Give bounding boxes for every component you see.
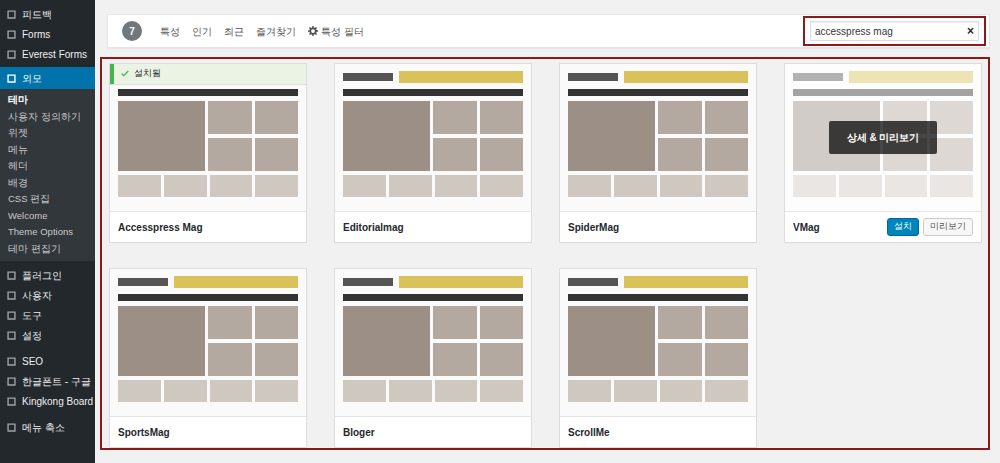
theme-name: VMag xyxy=(793,220,883,235)
sidebar-label: 사용자 xyxy=(22,288,52,303)
filter-tab[interactable]: 최근 xyxy=(224,24,244,39)
hover-overlay[interactable]: 상세 & 미리보기 xyxy=(785,64,981,211)
theme-card[interactable]: Bloger xyxy=(334,268,532,448)
theme-name-bar: Editorialmag xyxy=(335,212,531,242)
sidebar-item[interactable]: 메뉴 축소 xyxy=(0,417,95,437)
sidebar-label: SEO xyxy=(22,354,43,369)
filter-tab[interactable]: 즐겨찾기 xyxy=(256,24,296,39)
theme-name: Bloger xyxy=(343,425,523,440)
sidebar-label: 한글폰트 - 구글 xyxy=(22,374,91,389)
theme-card[interactable]: 상세 & 미리보기 VMag 설치미리보기 xyxy=(784,63,982,243)
menu-icon xyxy=(6,9,17,20)
sidebar-item[interactable]: Kingkong Board xyxy=(0,391,95,411)
theme-name-bar: Bloger xyxy=(335,417,531,447)
sidebar-label: Forms xyxy=(22,27,50,42)
theme-card[interactable]: SportsMag xyxy=(109,268,307,448)
sidebar-label: 플러그인 xyxy=(22,268,62,283)
theme-screenshot[interactable] xyxy=(560,269,756,417)
sidebar-label: Kingkong Board xyxy=(22,394,93,409)
sidebar-item[interactable]: Forms xyxy=(0,24,95,44)
install-button[interactable]: 설치 xyxy=(887,218,919,236)
submenu-item[interactable]: 헤더 xyxy=(0,158,95,175)
theme-card[interactable]: 설치됨 Accesspress Mag xyxy=(109,63,307,243)
submenu-item[interactable]: 테마 편집기 xyxy=(0,241,95,258)
submenu-item[interactable]: 배경 xyxy=(0,175,95,192)
sidebar-label: 외모 xyxy=(22,71,42,86)
theme-name-bar: VMag 설치미리보기 xyxy=(785,212,981,242)
menu-icon xyxy=(6,290,17,301)
theme-name: Accesspress Mag xyxy=(118,220,298,235)
menu-icon xyxy=(6,49,17,60)
menu-icon xyxy=(6,29,17,40)
sidebar-item[interactable]: 사용자 xyxy=(0,285,95,305)
sidebar-item[interactable]: 한글폰트 - 구글 xyxy=(0,371,95,391)
menu-icon xyxy=(6,310,17,321)
theme-name-bar: SpiderMag xyxy=(560,212,756,242)
feature-filter-label: 특성 필터 xyxy=(321,24,364,39)
theme-name-bar: ScrollMe xyxy=(560,417,756,447)
filter-tab[interactable]: 특성 xyxy=(160,24,180,39)
menu-icon xyxy=(6,396,17,407)
search-highlight: × xyxy=(803,16,986,46)
sidebar-label: 도구 xyxy=(22,308,42,323)
filter-tab[interactable]: 인기 xyxy=(192,24,212,39)
clear-search-button[interactable]: × xyxy=(963,22,978,40)
theme-name-bar: Accesspress Mag xyxy=(110,212,306,242)
search-field: × xyxy=(810,21,979,41)
search-input[interactable] xyxy=(811,23,963,40)
details-preview-label[interactable]: 상세 & 미리보기 xyxy=(829,121,938,154)
theme-screenshot[interactable]: 상세 & 미리보기 xyxy=(785,64,981,212)
theme-results: 설치됨 Accesspress Mag Editorialmag SpiderMag 상… xyxy=(100,57,990,450)
sidebar-label: 설정 xyxy=(22,328,42,343)
main-area: 7 특성 인기 최근 즐겨찾기 특성 필터 × 설치됨 Accesspress Mag Edit… xyxy=(95,0,1000,463)
installed-notice: 설치됨 xyxy=(110,64,306,84)
sidebar-item[interactable]: Everest Forms xyxy=(0,44,95,64)
sidebar-label: 메뉴 축소 xyxy=(22,420,65,435)
submenu-item[interactable]: 사용자 정의하기 xyxy=(0,109,95,126)
theme-screenshot[interactable] xyxy=(560,64,756,212)
gear-icon xyxy=(308,26,318,36)
sidebar-item[interactable]: SEO xyxy=(0,351,95,371)
filter-bar: 7 특성 인기 최근 즐겨찾기 특성 필터 × xyxy=(107,14,990,48)
sidebar-submenu: 테마사용자 정의하기위젯메뉴헤더배경CSS 편집WelcomeTheme Opt… xyxy=(0,89,95,261)
sidebar-item[interactable]: 설정 xyxy=(0,325,95,345)
menu-icon xyxy=(6,376,17,387)
sidebar-label: Everest Forms xyxy=(22,47,87,62)
submenu-item[interactable]: 메뉴 xyxy=(0,142,95,159)
theme-name: ScrollMe xyxy=(568,425,748,440)
theme-card[interactable]: SpiderMag xyxy=(559,63,757,243)
menu-icon xyxy=(6,422,17,433)
theme-screenshot[interactable]: 설치됨 xyxy=(110,64,306,212)
theme-name: Editorialmag xyxy=(343,220,523,235)
menu-icon xyxy=(6,73,17,84)
theme-grid: 설치됨 Accesspress Mag Editorialmag SpiderMag 상… xyxy=(109,63,988,448)
menu-icon xyxy=(6,270,17,281)
submenu-item[interactable]: 테마 xyxy=(0,92,95,109)
theme-screenshot[interactable] xyxy=(110,269,306,417)
admin-sidebar: 피드백 Forms Everest Forms 외모테마사용자 정의하기위젯메뉴헤더배… xyxy=(0,0,95,463)
result-count: 7 xyxy=(122,21,142,41)
submenu-item[interactable]: CSS 편집 xyxy=(0,191,95,208)
sidebar-item[interactable]: 외모 xyxy=(0,67,95,89)
preview-button[interactable]: 미리보기 xyxy=(923,218,973,236)
theme-name: SportsMag xyxy=(118,425,298,440)
sidebar-label: 피드백 xyxy=(22,7,52,22)
check-icon xyxy=(120,69,130,79)
theme-name: SpiderMag xyxy=(568,220,748,235)
theme-screenshot[interactable] xyxy=(335,64,531,212)
submenu-item[interactable]: Theme Options xyxy=(0,224,95,241)
submenu-item[interactable]: Welcome xyxy=(0,208,95,225)
theme-screenshot[interactable] xyxy=(335,269,531,417)
theme-card[interactable]: ScrollMe xyxy=(559,268,757,448)
menu-icon xyxy=(6,330,17,341)
menu-icon xyxy=(6,356,17,367)
sidebar-item[interactable]: 피드백 xyxy=(0,4,95,24)
theme-card[interactable]: Editorialmag xyxy=(334,63,532,243)
feature-filter-link[interactable]: 특성 필터 xyxy=(308,24,364,39)
sidebar-item[interactable]: 플러그인 xyxy=(0,265,95,285)
installed-label: 설치됨 xyxy=(134,67,161,81)
theme-name-bar: SportsMag xyxy=(110,417,306,447)
submenu-item[interactable]: 위젯 xyxy=(0,125,95,142)
sidebar-item[interactable]: 도구 xyxy=(0,305,95,325)
